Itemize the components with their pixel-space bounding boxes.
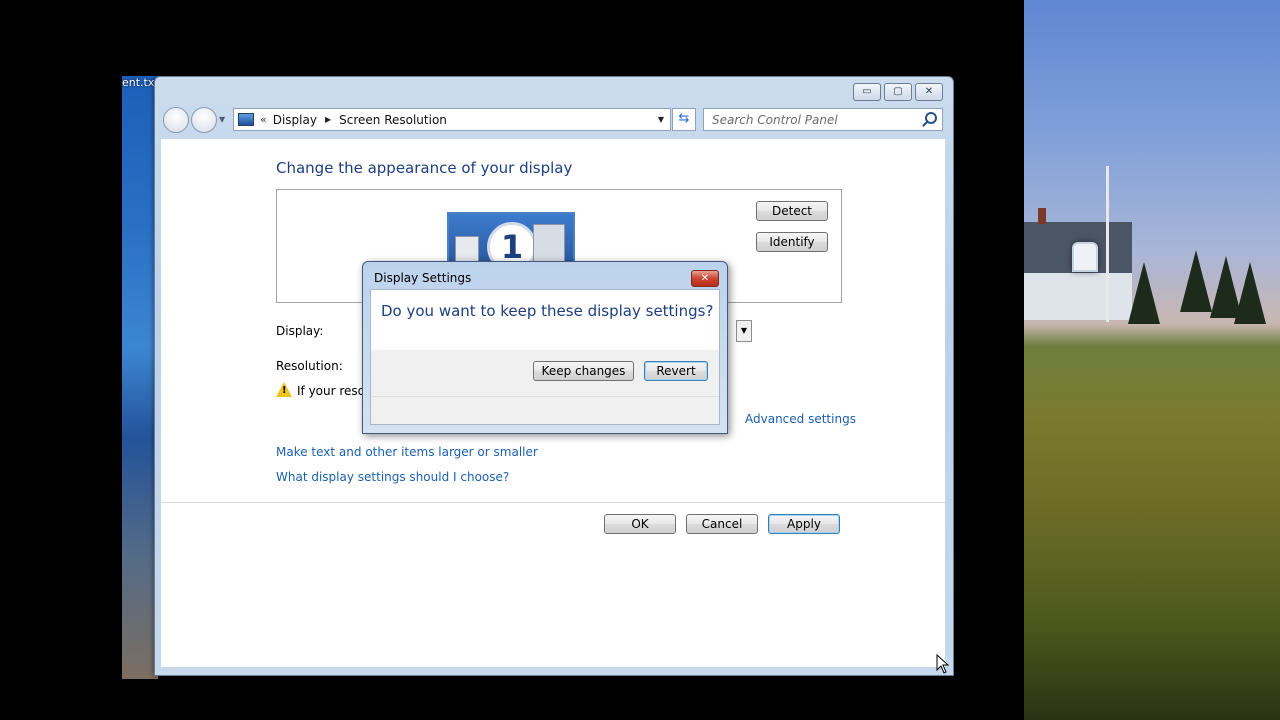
desktop-background-left: ent.txt — [122, 76, 158, 679]
refresh-button[interactable]: ⇆ — [672, 108, 696, 131]
mouse-cursor-icon — [936, 654, 950, 674]
desktop-wallpaper — [1024, 0, 1280, 720]
display-dropdown-arrow[interactable]: ▼ — [736, 320, 752, 342]
close-window-button[interactable]: ✕ — [915, 83, 943, 101]
display-label: Display: — [276, 324, 324, 338]
maximize-icon: ▢ — [893, 86, 903, 97]
wallpaper-flagpole — [1106, 166, 1109, 322]
search-icon[interactable] — [925, 112, 937, 124]
search-input[interactable] — [710, 109, 914, 130]
revert-button[interactable]: Revert — [644, 361, 708, 381]
minimize-icon: ▭ — [862, 86, 872, 97]
close-icon: ✕ — [924, 86, 934, 97]
resolution-label: Resolution: — [276, 359, 343, 373]
desktop-file-label[interactable]: ent.txt — [122, 76, 158, 89]
close-icon: ✕ — [700, 273, 710, 284]
detect-button[interactable]: Detect — [756, 201, 828, 221]
search-box[interactable] — [703, 108, 943, 131]
maximize-button[interactable]: ▢ — [884, 83, 912, 101]
forward-button[interactable] — [191, 107, 217, 133]
dialog-title: Display Settings — [374, 271, 472, 285]
page-title: Change the appearance of your display — [276, 159, 573, 177]
breadcrumb-screen-resolution[interactable]: Screen Resolution — [339, 113, 447, 127]
back-button[interactable] — [163, 107, 189, 133]
advanced-settings-link[interactable]: Advanced settings — [745, 412, 856, 426]
breadcrumb-display[interactable]: Display — [273, 113, 317, 127]
recent-pages-dropdown[interactable]: ▼ — [219, 115, 225, 124]
breadcrumb-arrow-icon[interactable]: ▶ — [325, 115, 331, 124]
refresh-icon: ⇆ — [678, 111, 690, 126]
display-settings-dialog: Display Settings ✕ Do you want to keep t… — [362, 261, 728, 434]
identify-button[interactable]: Identify — [756, 232, 828, 252]
wallpaper-house — [1024, 208, 1132, 320]
ok-button[interactable]: OK — [604, 514, 676, 534]
dialog-close-button[interactable]: ✕ — [691, 270, 719, 287]
warning-icon: ! — [276, 382, 292, 397]
address-dropdown-icon[interactable]: ▼ — [652, 115, 670, 124]
address-bar[interactable]: « Display ▶ Screen Resolution ▼ — [233, 108, 671, 131]
text-size-link[interactable]: Make text and other items larger or smal… — [276, 445, 538, 459]
display-control-panel-icon — [238, 113, 254, 126]
keep-changes-button[interactable]: Keep changes — [533, 361, 634, 381]
minimize-button[interactable]: ▭ — [853, 83, 881, 101]
dialog-question: Do you want to keep these display settin… — [381, 302, 714, 320]
breadcrumb-overflow[interactable]: « — [260, 113, 267, 126]
cancel-button[interactable]: Cancel — [686, 514, 758, 534]
divider — [161, 502, 945, 503]
display-help-link[interactable]: What display settings should I choose? — [276, 470, 509, 484]
dialog-body: Do you want to keep these display settin… — [370, 289, 720, 425]
apply-button[interactable]: Apply — [768, 514, 840, 534]
